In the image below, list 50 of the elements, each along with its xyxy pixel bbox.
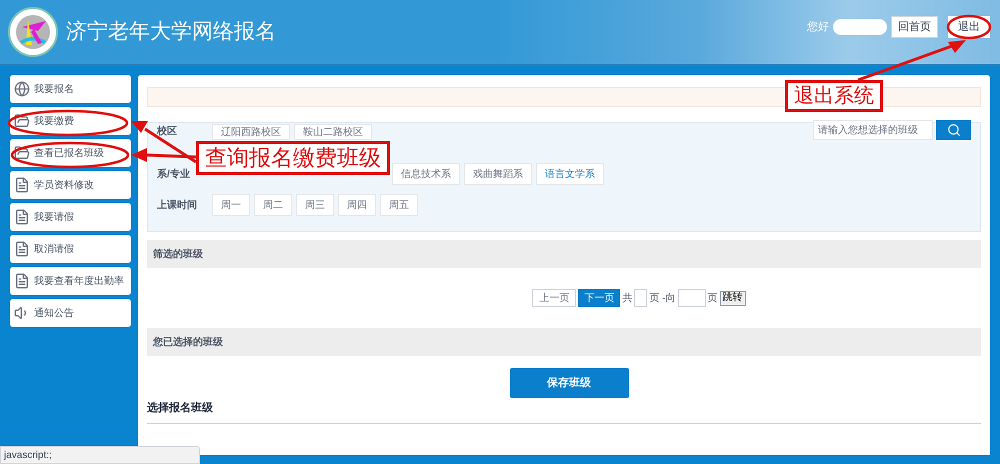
sidebar-item[interactable]: 通知公告: [10, 299, 131, 327]
total-pages-field: [634, 289, 648, 307]
folder-icon: [14, 145, 30, 161]
sidebar-item[interactable]: 我要请假: [10, 203, 131, 231]
search-field[interactable]: 请输入您想选择的班级: [813, 120, 933, 140]
globe-icon: [14, 81, 30, 97]
document-icon: [14, 273, 30, 289]
filter-option[interactable]: 周二: [254, 194, 292, 216]
filter-label: 校区: [157, 124, 178, 139]
highlight-ellipse: [946, 14, 992, 40]
filter-option[interactable]: 周三: [296, 194, 334, 216]
sidebar-item[interactable]: 我要查看年度出勤率: [10, 267, 131, 295]
folder-icon: [14, 113, 30, 129]
home-button[interactable]: 回首页: [891, 16, 938, 38]
filter-option[interactable]: 周四: [338, 194, 376, 216]
page-number-field[interactable]: [678, 289, 706, 307]
status-bar: javascript:;: [0, 446, 200, 464]
sidebar-item[interactable]: 学员资料修改: [10, 171, 131, 199]
annotation-callout: 查询报名缴费班级: [196, 141, 390, 175]
sidebar-item[interactable]: 取消请假: [10, 235, 131, 263]
search-button[interactable]: [936, 120, 971, 140]
sidebar-item[interactable]: 我要报名: [10, 75, 131, 103]
search-icon: [946, 123, 960, 137]
filter-option[interactable]: 信息技术系: [392, 163, 460, 185]
section-title: 您已选择的班级: [153, 336, 223, 350]
section-title: 筛选的班级: [153, 248, 203, 262]
filter-label: 系/专业: [157, 168, 191, 182]
save-button[interactable]: 保存班级: [510, 368, 628, 398]
annotation-callout: 退出系统: [785, 80, 883, 112]
next-page-button[interactable]: 下一页: [578, 289, 620, 307]
filter-option[interactable]: 鞍山二路校区: [294, 124, 372, 140]
filter-label: 上课时间: [157, 198, 198, 212]
filter-option[interactable]: 周一: [212, 194, 250, 216]
greeting-text: 您好: [807, 20, 829, 35]
document-icon: [14, 209, 30, 225]
total-label: 共: [622, 292, 632, 306]
site-title: 济宁老年大学网络报名: [66, 19, 276, 46]
document-icon: [14, 241, 30, 257]
document-icon: [14, 177, 30, 193]
filter-option[interactable]: 戏曲舞蹈系: [464, 163, 532, 185]
logo-icon: [8, 7, 58, 57]
filter-option[interactable]: 辽阳西路校区: [212, 124, 290, 140]
prev-page-button[interactable]: 上一页: [532, 289, 576, 307]
enroll-heading: 选择报名班级: [147, 402, 213, 414]
username-field: [833, 19, 887, 35]
filter-option[interactable]: 语言文学系: [536, 163, 604, 185]
goto-label: 页 -向: [649, 292, 676, 306]
goto-button[interactable]: 跳转: [720, 290, 746, 306]
filter-option[interactable]: 周五: [380, 194, 418, 216]
page-unit-label: 页: [708, 292, 718, 306]
